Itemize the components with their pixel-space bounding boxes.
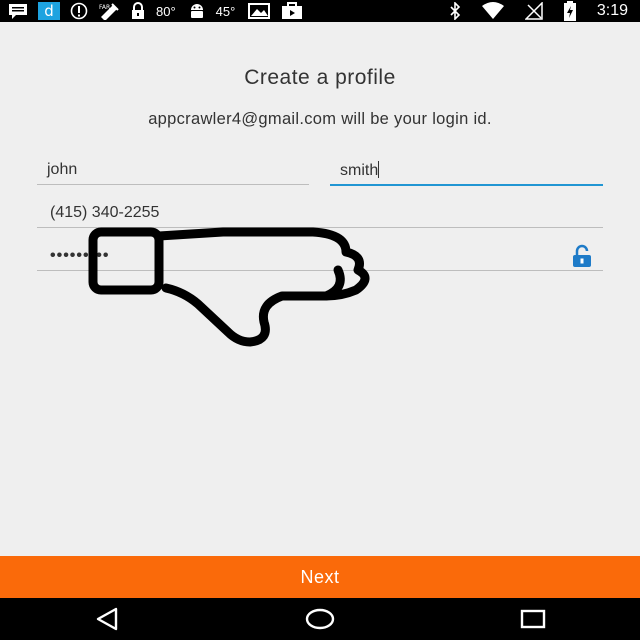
signal-icon	[524, 0, 543, 22]
first-name-field[interactable]: john	[37, 161, 309, 185]
briefcase-icon	[281, 0, 303, 22]
login-id-message: appcrawler4@gmail.com will be your login…	[148, 110, 492, 128]
lock-icon	[130, 0, 146, 22]
temperature-2: 45°	[215, 3, 236, 19]
thumbs-down-icon	[88, 226, 378, 353]
next-button[interactable]: Next	[0, 556, 640, 598]
page-title: Create a profile	[244, 66, 396, 89]
first-name-value: john	[47, 161, 78, 178]
image-icon	[247, 0, 271, 22]
last-name-field[interactable]: smith	[330, 161, 603, 186]
status-bar: d FAR 80° 45° 3:19	[0, 0, 640, 22]
android-icon	[188, 0, 206, 22]
back-icon[interactable]	[77, 598, 137, 640]
svg-text:FAR: FAR	[99, 4, 110, 11]
app-d-icon: d	[38, 0, 60, 22]
home-icon[interactable]	[290, 598, 350, 640]
wifi-icon	[481, 0, 505, 22]
message-icon	[8, 0, 28, 22]
recents-icon[interactable]	[503, 598, 563, 640]
info-icon	[70, 0, 88, 22]
battery-icon	[563, 0, 577, 22]
unlock-icon[interactable]	[569, 243, 595, 274]
svg-text:d: d	[44, 2, 54, 20]
text-cursor	[378, 161, 380, 178]
bluetooth-icon	[449, 0, 461, 22]
navigation-bar	[0, 598, 640, 640]
phone-value: (415) 340-2255	[50, 204, 160, 221]
last-name-value: smith	[340, 162, 379, 179]
temperature-1: 80°	[156, 3, 176, 19]
clock: 3:19	[596, 2, 628, 19]
phone-field[interactable]: (415) 340-2255	[37, 204, 603, 228]
satellite-icon: FAR	[98, 0, 120, 22]
